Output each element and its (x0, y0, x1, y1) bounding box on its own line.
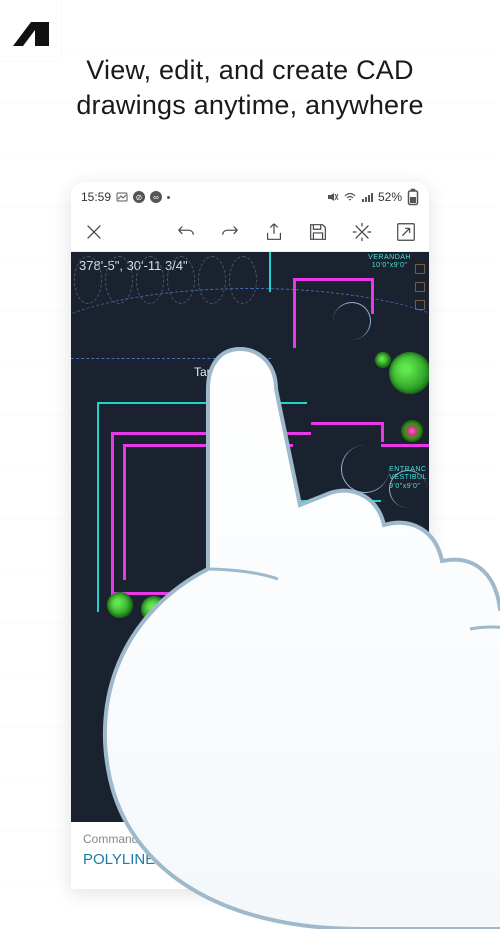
status-pill-icon: ⊘ (133, 191, 145, 203)
status-time: 15:59 (81, 190, 111, 204)
command-prompt: Specify start po (159, 851, 262, 868)
close-button[interactable] (81, 219, 107, 245)
redo-button[interactable] (217, 219, 243, 245)
status-pill-icon-2: ∞ (150, 191, 162, 203)
battery-icon (407, 191, 419, 203)
save-button[interactable] (305, 219, 331, 245)
plant-5 (207, 598, 225, 616)
road-curve (71, 288, 429, 408)
measure-button[interactable] (349, 219, 375, 245)
tap-hint-label: Tap (194, 365, 213, 379)
mute-icon (327, 191, 339, 203)
image-icon (116, 191, 128, 203)
crosshair-cursor (219, 378, 243, 402)
signal-icon (361, 191, 373, 203)
entrance-label: ENTRANC VESTIBUL 9'0"x9'0" (389, 466, 427, 491)
command-history-line: Command: _PLINE (83, 832, 417, 846)
headline-line1: View, edit, and create CAD (86, 55, 413, 85)
fullscreen-button[interactable] (393, 219, 419, 245)
headline: View, edit, and create CAD drawings anyt… (0, 53, 500, 123)
undo-button[interactable] (173, 219, 199, 245)
status-bar: 15:59 ⊘ ∞ 52% (71, 182, 429, 212)
drawing-canvas[interactable]: 378'-5", 30'-11 3/4" (71, 252, 429, 822)
wifi-icon (344, 191, 356, 203)
app-toolbar (71, 212, 429, 252)
active-command-name: POLYLINE (83, 851, 155, 868)
verandah-label: VERANDAH 10'0"x9'0" (368, 254, 411, 271)
status-dot (167, 196, 170, 199)
share-button[interactable] (261, 219, 287, 245)
living-room-label: VING ROOM 5'0"x15'0" (279, 512, 324, 529)
headline-line2: drawings anytime, anywhere (76, 90, 423, 120)
command-panel[interactable]: Command: _PLINE POLYLINE Specify start p… (71, 822, 429, 889)
side-tool-indicators (415, 264, 425, 310)
command-active-line: POLYLINE Specify start po (83, 851, 417, 868)
status-battery-pct: 52% (378, 190, 402, 204)
autodesk-logo-icon (11, 14, 51, 48)
app-logo (0, 0, 61, 61)
phone-mockup: 15:59 ⊘ ∞ 52% (71, 182, 429, 889)
